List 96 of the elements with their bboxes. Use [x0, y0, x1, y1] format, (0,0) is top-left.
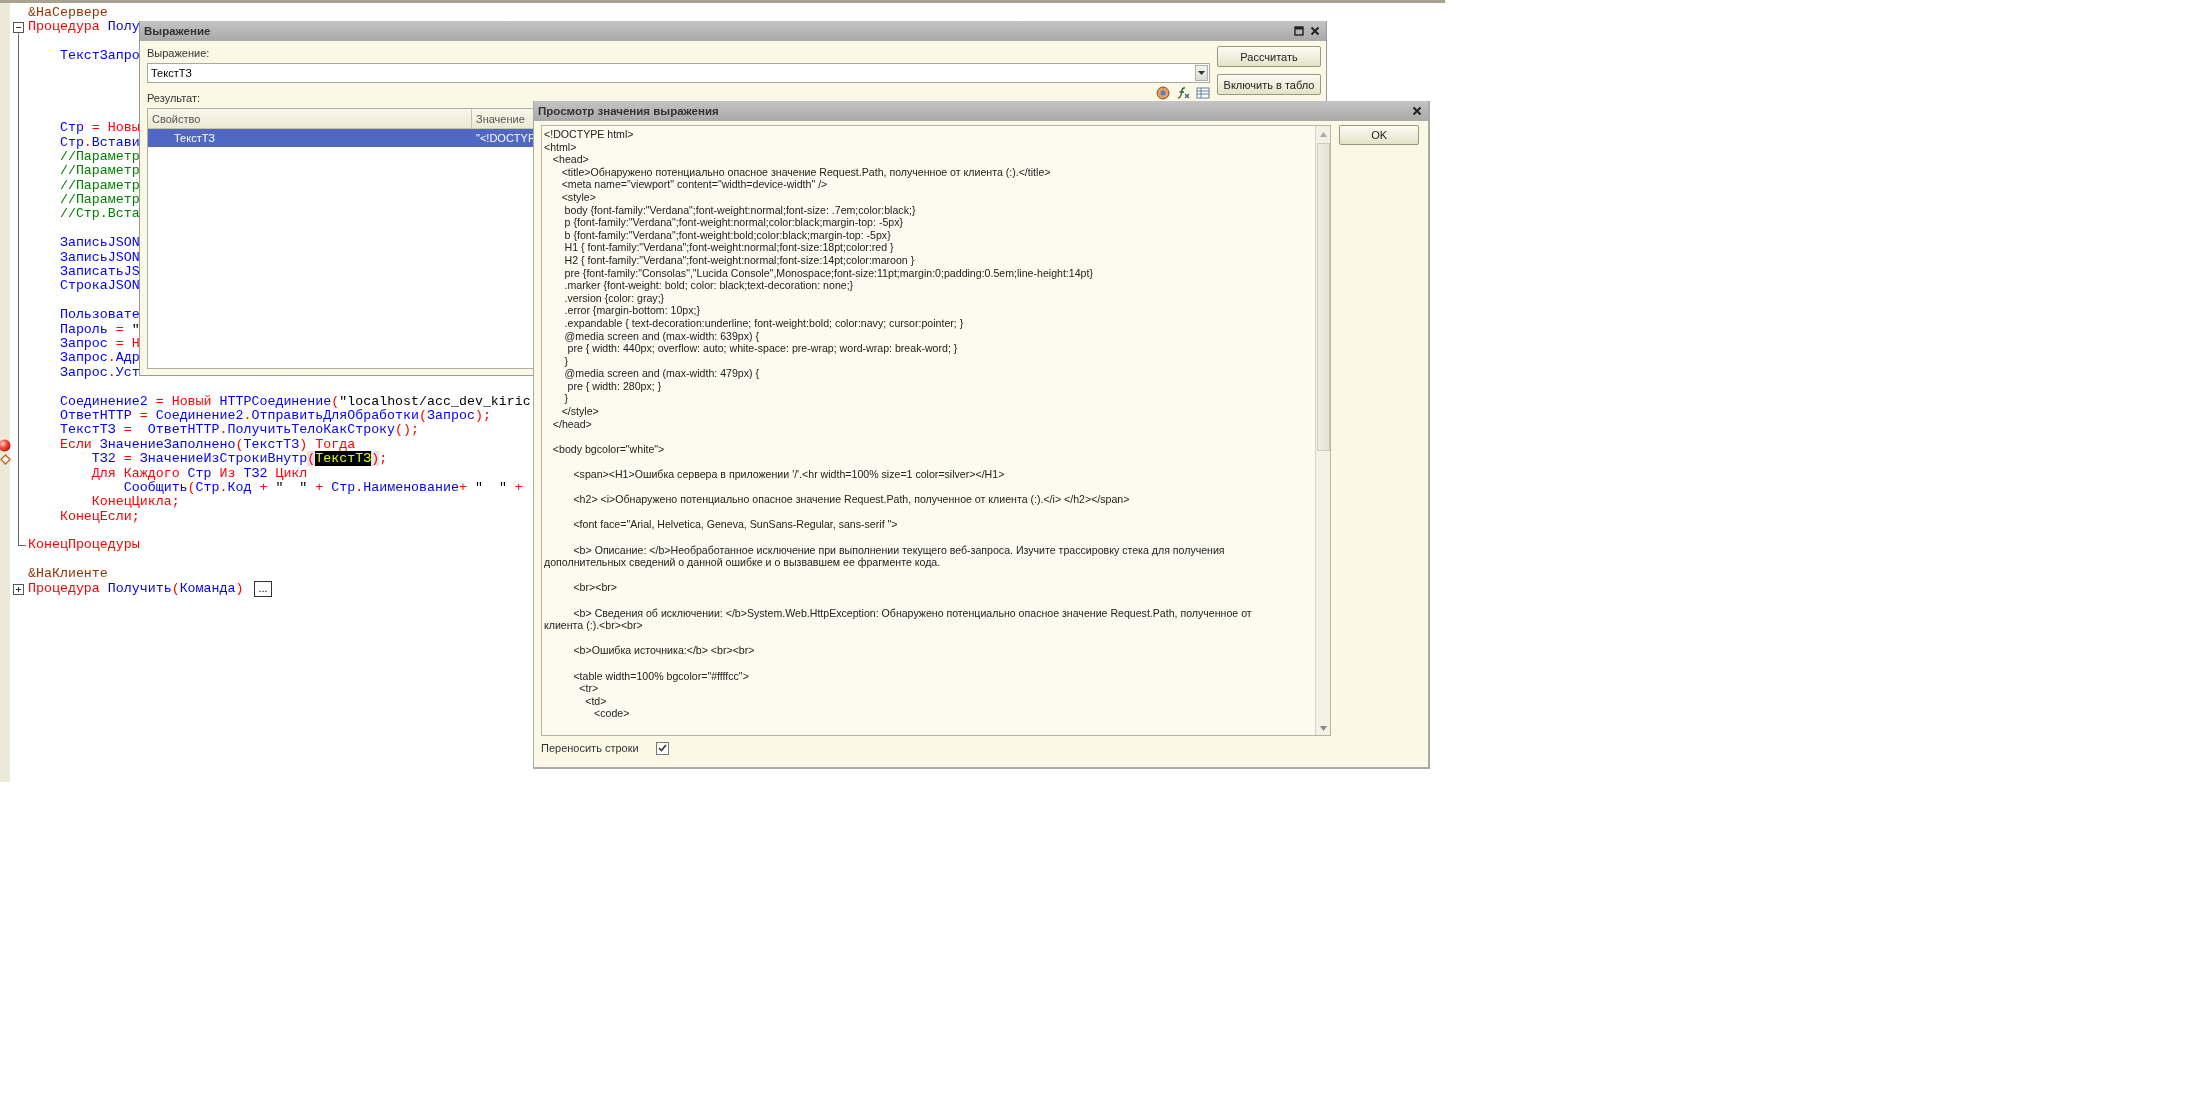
text-line: клиента (:).<br><br>: [544, 619, 644, 632]
text-line: <html>: [544, 140, 578, 154]
close-icon[interactable]: [1412, 106, 1422, 116]
result-label: Результат:: [147, 91, 201, 105]
text-line: H1 { font-family:"Verdana";font-weight:normal;font-size:18pt;color:red }: [563, 241, 895, 254]
code-line: КонецЦикла;: [90, 495, 180, 510]
scroll-down-icon[interactable]: [1319, 726, 1327, 731]
column-header[interactable]: Свойство: [148, 109, 472, 128]
dialog-title: Просмотр значения выражения: [538, 105, 720, 117]
code-line: ОтветHTTP = Соединение2.ОтправитьДляОбработки(Запрос);: [58, 408, 491, 424]
text-line: pre { width: 440px; overflow: auto; white-space: pre-wrap; word-wrap: break-word; }: [566, 342, 959, 355]
table-icon[interactable]: [1196, 86, 1210, 100]
text-line: дополнительных сведений о данной ошибке и о вызвавшем ее фрагменте кода.: [544, 556, 942, 569]
code-line: Запрос = Н: [58, 337, 140, 352]
text-line: .version {color: gray;}: [563, 291, 666, 305]
text-line: <b>Ошибка источника:</b> <br><br>: [572, 644, 756, 657]
text-line: <style>: [560, 190, 597, 204]
code-line: ЗаписатьJS: [58, 265, 140, 280]
text-line: <h2> <i>Обнаружено потенциально опасное значение Request.Path, полученное от клиента (:).</i> </h2></span>: [572, 493, 1131, 506]
expression-label: Выражение:: [147, 46, 211, 60]
text-line: <tr>: [578, 682, 600, 695]
code-line: //Параметр: [58, 164, 140, 179]
text-line: <b> Описание: </b>Необработанное исключение при выполнении текущего веб-запроса. Изучите трассировку стека для получения: [572, 543, 1226, 557]
code-line: ЗаписьJSON: [58, 236, 140, 251]
table-cell-text: "<!DOCTYP: [475, 132, 537, 144]
code-line: //Параметр: [58, 178, 140, 194]
vertical-scrollbar[interactable]: [1315, 126, 1331, 735]
breakpoint-icon[interactable]: [0, 438, 11, 452]
function-icon[interactable]: [1176, 86, 1190, 100]
code-line: Процедура Полу: [27, 20, 140, 35]
code-line: &НаКлиенте: [27, 567, 108, 582]
expand-icon[interactable]: [13, 583, 24, 595]
code-line: ТекстТЗ = ОтветHTTP.ПолучитьТелоКакСтроку();: [58, 423, 420, 438]
scroll-thumb[interactable]: [1316, 143, 1330, 451]
code-line: Если ЗначениеЗаполнено(ТекстТЗ) Тогда: [58, 437, 356, 453]
code-line: &НаСервере: [27, 6, 108, 21]
text-line: }: [563, 354, 570, 368]
text-line: <code>: [593, 707, 631, 720]
code-line: //Стр.Вста: [58, 207, 140, 222]
code-line: Запрос.Уст: [58, 365, 140, 381]
code-line: Процедура Получить(Команда): [27, 581, 244, 597]
dialog-button[interactable]: Включить в табло: [1217, 74, 1321, 95]
collapse-icon[interactable]: [13, 22, 24, 34]
expression-field[interactable]: ТекстТЗ: [147, 63, 1210, 83]
code-line: Пароль = ": [58, 322, 140, 337]
text-line: </head>: [551, 417, 593, 431]
code-line: Сообщить(Стр.Код + " " + Стр.Наименование+ " " +: [122, 480, 523, 496]
text-line: p {font-family:"Verdana";font-weight:normal;color:black;margin-top: -5px}: [563, 216, 905, 229]
code-line: ЗаписьJSON: [58, 250, 140, 266]
text-line: b {font-family:"Verdana";font-weight:bold;color:black;margin-top: -5px}: [563, 228, 892, 242]
text-line: H2 { font-family:"Verdana";font-weight:normal;font-size:14pt;color:maroon }: [563, 253, 916, 267]
text-line: <table width=100% bgcolor="#ffffcc">: [572, 669, 750, 683]
text-viewer[interactable]: [541, 125, 1332, 736]
text-line: }: [563, 392, 570, 406]
text-line: @media screen and (max-width: 479px) {: [563, 367, 761, 380]
maximize-icon[interactable]: [1294, 26, 1304, 36]
text-line: <!DOCTYPE html>: [544, 128, 635, 141]
dialog-button[interactable]: Рассчитать: [1217, 46, 1321, 67]
code-line: КонецПроцедуры: [27, 538, 140, 553]
wrap-lines-label: Переносить строки: [541, 741, 639, 755]
code-line: //Параметр: [58, 193, 140, 208]
text-line: .error {margin-bottom: 10px;}: [563, 304, 702, 317]
text-line: pre {font-family:"Consolas","Lucida Console",Monospace;font-size:11pt;margin:0;padding:0.5em;line-height:14pt}: [563, 266, 1094, 280]
wrap-lines-checkbox[interactable]: [655, 741, 669, 755]
text-line: <td>: [584, 694, 608, 708]
text-line: <span><H1>Ошибка сервера в приложении '/'.<hr width=100% size=1 color=silver></H1>: [572, 468, 1006, 481]
text-line: @media screen and (max-width: 639px) {: [563, 329, 761, 343]
table-cell-text: ТекстТЗ: [173, 132, 216, 144]
close-icon[interactable]: [1310, 26, 1320, 36]
code-line: СтрокаJSON: [58, 279, 140, 294]
text-line: <body bgcolor="white">: [551, 442, 666, 456]
caret-icon: [1198, 71, 1205, 75]
text-line: <font face="Arial, Helvetica, Geneva, SunSans-Regular, sans-serif ">: [572, 518, 899, 531]
text-line: <b> Сведения об исключении: </b>System.Web.HttpException: Обнаружено потенциально опасное значение Request.Path, полученное от: [572, 606, 1253, 620]
code-line: Соединение2 = Новый HTTPСоединение("localhost/acc_dev_kiric: [58, 394, 531, 409]
text-line: .expandable { text-decoration:underline; font-weight:bold; color:navy; cursor:pointer; }: [563, 316, 965, 330]
code-line: Стр = Новы: [58, 121, 140, 136]
code-line: Для Каждого Стр Из ТЗ2 Цикл: [90, 466, 308, 481]
text-line: <meta name="viewport" content="width=device-width" />: [560, 178, 829, 191]
text-line: pre { width: 280px; }: [566, 379, 663, 393]
code-line: Запрос.Адр: [58, 351, 140, 366]
collapsed-code-button[interactable]: ...: [254, 580, 272, 597]
text-line: </style>: [560, 405, 600, 418]
dropdown-button[interactable]: [1195, 65, 1208, 81]
code-line: Стр.Встави: [58, 135, 140, 150]
text-line: .marker {font-weight: bold; color: black;text-decoration: none;}: [563, 279, 855, 292]
code-line: ТекстЗапро: [58, 49, 140, 64]
code-line: //Параметр: [58, 149, 140, 165]
dialog-title: Выражение: [144, 25, 212, 37]
text-line: <title>Обнаружено потенциально опасное значение Request.Path, полученное от клиента (:).</title>: [560, 165, 1052, 179]
code-line: КонецЕсли;: [58, 509, 140, 525]
code-line: Пользовате: [58, 308, 140, 323]
text-line: <br><br>: [572, 581, 619, 594]
text-line: body {font-family:"Verdana";font-weight:normal;font-size: .7em;color:black;}: [563, 203, 917, 217]
text-line: <head>: [551, 153, 590, 166]
ok-button[interactable]: OK: [1339, 125, 1419, 145]
